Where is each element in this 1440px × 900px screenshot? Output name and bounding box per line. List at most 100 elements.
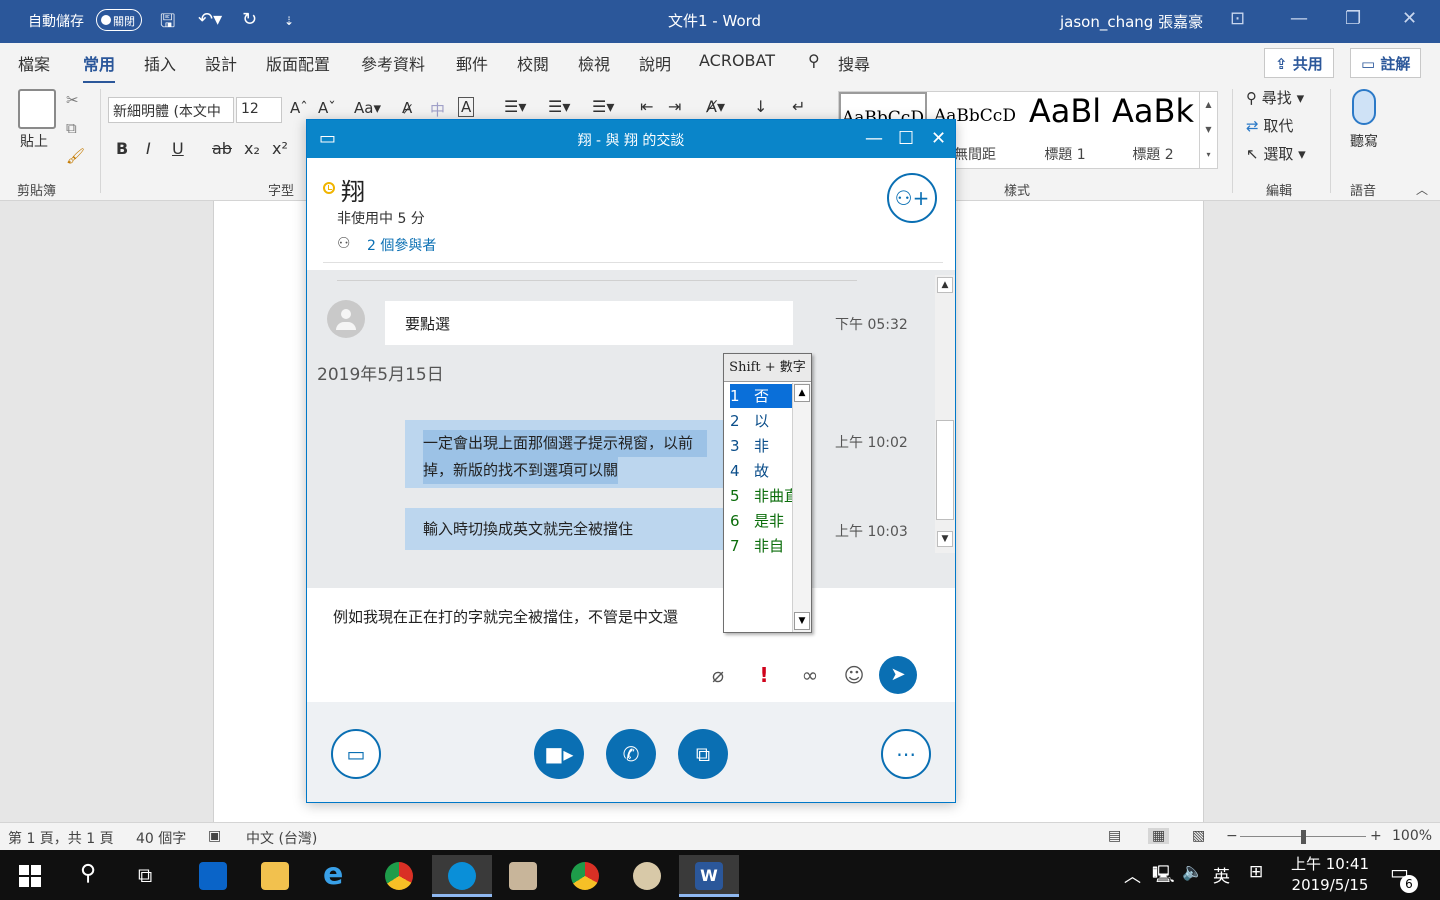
language-status[interactable]: 中文 (台灣) [246,828,317,848]
participants-link[interactable]: 2 個參與者 [367,235,436,255]
ime-candidate[interactable]: 7 非自 [730,534,792,558]
search-button[interactable]: ⚲ [60,855,120,897]
scroll-up-icon[interactable]: ▲ [937,277,953,293]
styles-scroll[interactable]: ▲ ▼ ▾ [1199,92,1217,168]
character-border-icon[interactable]: A [458,97,475,117]
cut-icon[interactable]: ✂ [66,91,79,109]
minimize-icon[interactable]: — [1290,8,1308,29]
format-painter-icon[interactable]: 🖌 [66,147,85,165]
tab-layout[interactable]: 版面配置 [266,51,330,75]
clock[interactable]: 上午 10:41 2019/5/15 [1290,854,1370,896]
send-button[interactable]: ➤ [879,656,917,694]
tab-home[interactable]: 常用 [83,51,116,84]
comments-button[interactable]: ▭ 註解 [1350,48,1422,78]
audio-call-button[interactable]: ✆ [606,729,656,779]
bold-button[interactable]: B [116,139,128,158]
print-layout-icon[interactable]: ▦ [1148,828,1170,844]
decrease-indent-icon[interactable]: ⇤ [640,97,653,116]
superscript-button[interactable]: x² [272,139,288,158]
ime-candidate[interactable]: 4故 [730,459,792,483]
dictate-button[interactable]: 聽寫 [1350,131,1378,151]
ie-app[interactable]: e [307,855,367,897]
maximize-icon[interactable]: ☐ [898,128,914,149]
replace-button[interactable]: ⇄ 取代 [1246,115,1293,136]
tab-view[interactable]: 檢視 [578,51,610,75]
find-button[interactable]: ⚲ 尋找 ▾ [1246,87,1304,108]
increase-indent-icon[interactable]: ⇥ [668,97,681,116]
proofing-icon[interactable]: ▣ [208,828,221,844]
zoom-in-icon[interactable]: + [1370,828,1382,844]
share-button[interactable]: ⇪ 共用 [1264,48,1334,78]
add-people-button[interactable]: ⚇+ [887,173,937,223]
close-icon[interactable]: ✕ [931,128,946,149]
ime-scrollbar[interactable]: ▲ ▼ [792,383,811,632]
tab-file[interactable]: 檔案 [18,51,50,75]
multilevel-list-icon[interactable]: ☰▾ [592,97,614,116]
network-icon[interactable]: 🖳 [1152,862,1175,891]
tab-acrobat[interactable]: ACROBAT [699,51,775,70]
zoom-slider-thumb[interactable] [1301,830,1306,844]
zoom-out-icon[interactable]: − [1226,828,1238,844]
sort-icon[interactable]: ↓ [754,97,767,116]
zoom-level[interactable]: 100% [1392,828,1432,844]
start-button[interactable] [0,855,60,897]
tab-insert[interactable]: 插入 [144,51,176,75]
ime-scroll-up-icon[interactable]: ▲ [794,384,810,402]
conversation-scrollbar[interactable]: ▲ ▼ [935,275,955,553]
bullets-icon[interactable]: ☰▾ [504,97,526,116]
tab-references[interactable]: 參考資料 [361,51,425,75]
maximize-icon[interactable]: ❐ [1345,8,1361,29]
paint-app[interactable] [617,855,677,897]
ime-candidate[interactable]: 2以 [730,409,792,433]
outlook-app[interactable] [183,855,243,897]
show-marks-icon[interactable]: ↵ [792,97,805,116]
contact-avatar[interactable] [327,300,365,338]
ime-candidate[interactable]: 6 是非 [730,509,792,533]
italic-button[interactable]: I [146,139,151,158]
show-hidden-icons-icon[interactable]: ︿ [1124,862,1141,887]
shrink-font-icon[interactable]: Aˇ [318,99,336,117]
photos-app[interactable] [493,855,553,897]
word-app[interactable]: W [679,855,739,897]
subscript-button[interactable]: x₂ [244,139,260,158]
copy-icon[interactable]: ⧉ [66,119,77,137]
emoji-icon[interactable]: ☺ [841,662,867,688]
more-options-button[interactable]: ⋯ [881,729,931,779]
share-screen-button[interactable]: ⧉ [678,729,728,779]
ime-candidate[interactable]: 5 非曲直 [730,484,792,508]
skype-app[interactable] [432,855,492,897]
font-name-select[interactable]: 新細明體 (本文中 [108,97,234,123]
change-case-icon[interactable]: Aa▾ [354,99,381,117]
task-view-button[interactable]: ⧉ [120,855,180,897]
close-icon[interactable]: ✕ [1402,8,1417,29]
tab-help[interactable]: 說明 [639,51,671,75]
paste-button[interactable]: 貼上 [20,131,48,151]
tab-review[interactable]: 校閱 [517,51,549,75]
user-name[interactable]: jason_chang 張嘉豪 [1060,11,1203,32]
undo-icon[interactable]: ↶▾ [198,9,222,30]
collapse-ribbon-icon[interactable]: ︿ [1416,181,1428,198]
chrome-app[interactable] [369,855,429,897]
clipboard-icon[interactable] [18,89,56,129]
page-count[interactable]: 第 1 頁，共 1 頁 [8,828,114,848]
clear-formatting-icon[interactable]: A̷ [402,99,412,117]
autosave-toggle[interactable]: 關閉 [96,9,142,31]
tell-me-search[interactable]: 搜尋 [838,51,870,75]
strikethrough-button[interactable]: ab [212,139,232,158]
chrome-app-2[interactable] [555,855,615,897]
style-heading-1[interactable]: AaBl 標題 1 [1023,92,1107,168]
important-icon[interactable]: ! [751,662,777,688]
link-icon[interactable]: ∞ [797,662,823,688]
contact-name[interactable]: 翔 [341,172,365,207]
scroll-thumb[interactable] [936,420,954,520]
ime-candidate[interactable]: 1否 [730,384,792,408]
input-language[interactable]: 英 [1213,862,1230,887]
tab-design[interactable]: 設計 [205,51,237,75]
ime-mode-icon[interactable]: ⊞ [1249,862,1263,882]
ribbon-display-options-icon[interactable]: ⊡ [1230,8,1245,29]
scroll-down-icon[interactable]: ▼ [937,531,953,547]
attach-icon[interactable]: ⌀ [705,662,731,688]
tab-mailings[interactable]: 郵件 [456,51,488,75]
read-mode-icon[interactable]: ▤ [1108,828,1121,844]
word-count[interactable]: 40 個字 [136,828,186,848]
